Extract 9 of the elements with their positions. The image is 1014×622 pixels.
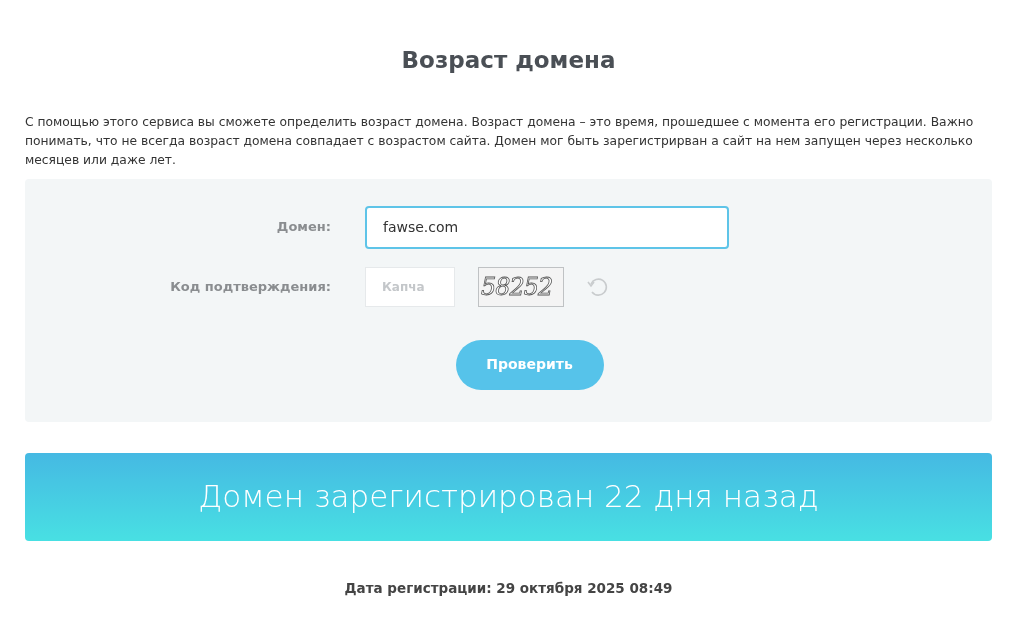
registration-date-text: Дата регистрации: 29 октября 2025 08:49 (343, 578, 674, 598)
domain-field[interactable]: fawse.com (365, 205, 729, 249)
captcha-image: 58252 (478, 266, 564, 307)
captcha-field[interactable]: Капча (365, 266, 455, 307)
description-text: С помощью этого сервиса вы сможете определить возраст домена. Возраст домена – это время, прошедшее с момента его регистрации. Важно понимать, что не всегда возраст домена совпадает с возрастом сайта. Домен мог быть зарегистрирван а сайт на нем запущен через несколько месяцев или даже лет. (25, 113, 975, 169)
page-title: Возраст домена (400, 46, 617, 75)
result-banner: Домен зарегистрирован 22 дня назад (25, 452, 992, 541)
domain-label: Домен: (275, 218, 331, 237)
captcha-label: Код подтверждения: (169, 277, 331, 296)
